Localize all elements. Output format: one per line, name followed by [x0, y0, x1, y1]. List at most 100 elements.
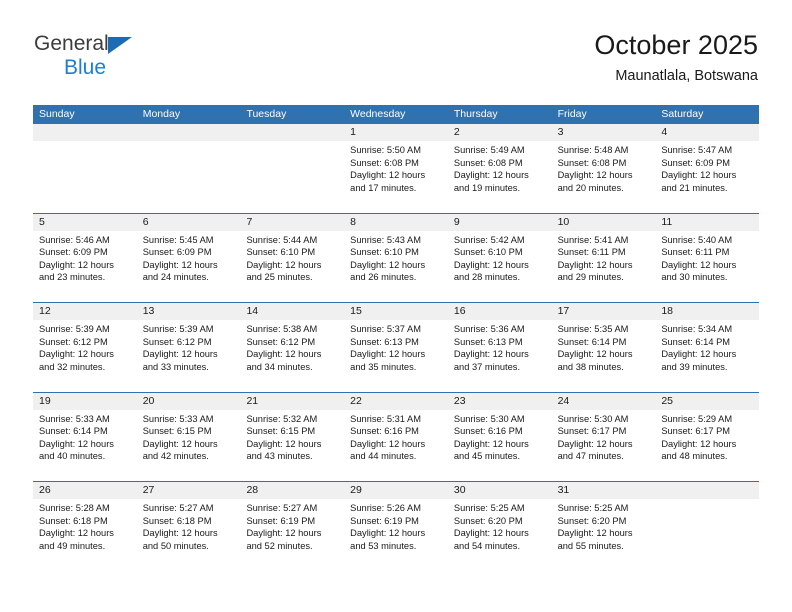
day-daylight-text: Daylight: 12 hours [661, 259, 737, 270]
day-sunset-text: Sunset: 6:14 PM [661, 336, 731, 347]
calendar-day-cell[interactable]: 12 Sunrise: 5:39 AM Sunset: 6:12 PM Dayligh… [33, 303, 137, 392]
calendar-day-cell[interactable]: 18 Sunrise: 5:34 AM Sunset: 6:14 PM Dayligh… [655, 303, 760, 392]
day-sunset-text: Sunset: 6:10 PM [453, 247, 523, 258]
calendar-day-cell[interactable]: 31 Sunrise: 5:25 AM Sunset: 6:20 PM Dayligh… [551, 482, 656, 571]
day-daylight-text: Daylight: 12 hours [661, 170, 737, 181]
day-details: Sunrise: 5:25 AM Sunset: 6:20 PM Daylight:… [448, 499, 552, 552]
day-daylight-text: and 33 minutes. [142, 361, 209, 372]
calendar-day-cell[interactable]: 28 Sunrise: 5:27 AM Sunset: 6:19 PM Dayligh… [240, 482, 345, 571]
calendar-day-cell[interactable]: 16 Sunrise: 5:36 AM Sunset: 6:13 PM Dayligh… [447, 303, 552, 392]
calendar-day-cell[interactable]: 15 Sunrise: 5:37 AM Sunset: 6:13 PM Dayligh… [344, 303, 448, 392]
calendar-day-cell[interactable]: 17 Sunrise: 5:35 AM Sunset: 6:14 PM Dayligh… [551, 303, 656, 392]
day-sunset-text: Sunset: 6:12 PM [39, 336, 108, 347]
day-daylight-text: Daylight: 12 hours [453, 528, 529, 539]
day-daylight-text: Daylight: 12 hours [39, 259, 114, 270]
day-daylight-text: and 35 minutes. [350, 361, 417, 372]
calendar-day-cell[interactable]: 9 Sunrise: 5:42 AM Sunset: 6:10 PM Daylight… [447, 213, 552, 303]
day-daylight-text: Daylight: 12 hours [453, 438, 529, 449]
weekday-header-thursday: Thursday [453, 108, 498, 120]
day-sunset-text: Sunset: 6:20 PM [557, 515, 627, 526]
day-sunrise-text: Sunrise: 5:31 AM [350, 413, 421, 424]
calendar-day-cell[interactable]: 30 Sunrise: 5:25 AM Sunset: 6:20 PM Dayligh… [447, 482, 552, 571]
day-details: Sunrise: 5:30 AM Sunset: 6:17 PM Daylight:… [552, 410, 656, 463]
calendar-day-cell[interactable]: 1 Sunrise: 5:50 AM Sunset: 6:08 PM Daylight… [344, 124, 448, 213]
calendar-day-cell[interactable]: 3 Sunrise: 5:48 AM Sunset: 6:08 PM Daylight… [551, 124, 656, 213]
calendar-day-cell[interactable]: 26 Sunrise: 5:28 AM Sunset: 6:18 PM Dayligh… [33, 482, 137, 571]
day-sunrise-text: Sunrise: 5:25 AM [453, 503, 525, 513]
day-sunset-text: Sunset: 6:09 PM [39, 247, 108, 258]
day-sunset-text: Sunset: 6:08 PM [453, 157, 523, 168]
day-sunrise-text: Sunrise: 5:33 AM [39, 413, 110, 424]
day-daylight-text: and 19 minutes. [453, 182, 521, 193]
calendar-day-cell[interactable]: 24 Sunrise: 5:30 AM Sunset: 6:17 PM Dayligh… [551, 392, 656, 482]
day-number: 29 [344, 482, 448, 499]
weekday-header-sunday: Sunday [39, 108, 75, 120]
day-daylight-text: Daylight: 12 hours [453, 349, 529, 360]
day-daylight-text: Daylight: 12 hours [350, 349, 426, 360]
calendar-week-row: 19 Sunrise: 5:33 AM Sunset: 6:14 PM Dayligh… [33, 391, 760, 482]
calendar-day-cell[interactable]: 29 Sunrise: 5:26 AM Sunset: 6:19 PM Dayligh… [344, 482, 448, 571]
day-number: 28 [240, 482, 345, 499]
day-number: 4 [655, 124, 760, 141]
calendar-day-cell[interactable]: 27 Sunrise: 5:27 AM Sunset: 6:18 PM Dayligh… [136, 482, 241, 571]
day-details: Sunrise: 5:31 AM Sunset: 6:16 PM Daylight:… [344, 410, 448, 463]
calendar-day-cell[interactable]: 21 Sunrise: 5:32 AM Sunset: 6:15 PM Dayligh… [240, 392, 345, 482]
day-daylight-text: Daylight: 12 hours [453, 170, 529, 181]
day-daylight-text: and 24 minutes. [142, 272, 209, 283]
calendar-grid: Sunday Monday Tuesday Wednesday Thursday Frid… [33, 105, 760, 571]
calendar-day-cell[interactable]: 8 Sunrise: 5:43 AM Sunset: 6:10 PM Daylight… [344, 213, 448, 303]
day-daylight-text: Daylight: 12 hours [350, 528, 426, 539]
day-sunrise-text: Sunrise: 5:48 AM [557, 145, 629, 155]
day-details: Sunrise: 5:49 AM Sunset: 6:08 PM Daylight:… [448, 141, 552, 194]
calendar-day-cell[interactable]: 22 Sunrise: 5:31 AM Sunset: 6:16 PM Dayligh… [344, 392, 448, 482]
day-daylight-text: Daylight: 12 hours [142, 438, 218, 449]
day-daylight-text: and 20 minutes. [557, 182, 624, 193]
day-daylight-text: and 53 minutes. [350, 540, 417, 551]
calendar-day-cell[interactable]: 4 Sunrise: 5:47 AM Sunset: 6:09 PM Daylight… [655, 124, 760, 213]
day-sunrise-text: Sunrise: 5:34 AM [661, 324, 733, 334]
day-sunrise-text: Sunrise: 5:35 AM [557, 324, 629, 334]
day-daylight-text: and 30 minutes. [661, 272, 728, 283]
day-sunset-text: Sunset: 6:08 PM [350, 157, 419, 168]
day-sunset-text: Sunset: 6:15 PM [246, 426, 316, 437]
day-number: 22 [344, 392, 448, 410]
day-daylight-text: and 44 minutes. [350, 451, 417, 462]
day-details: Sunrise: 5:27 AM Sunset: 6:18 PM Daylight:… [137, 499, 241, 552]
calendar-day-cell[interactable]: 19 Sunrise: 5:33 AM Sunset: 6:14 PM Dayligh… [33, 392, 137, 482]
day-sunrise-text: Sunrise: 5:25 AM [557, 503, 629, 513]
day-sunrise-text: Sunrise: 5:39 AM [39, 324, 110, 334]
day-details: Sunrise: 5:28 AM Sunset: 6:18 PM Daylight:… [33, 499, 137, 552]
calendar-day-cell[interactable]: 6 Sunrise: 5:45 AM Sunset: 6:09 PM Daylight… [136, 213, 241, 303]
calendar-day-cell[interactable]: 25 Sunrise: 5:29 AM Sunset: 6:17 PM Dayligh… [655, 392, 760, 482]
day-details: Sunrise: 5:34 AM Sunset: 6:14 PM Daylight:… [655, 320, 759, 373]
day-sunset-text: Sunset: 6:09 PM [142, 247, 212, 258]
day-details: Sunrise: 5:47 AM Sunset: 6:09 PM Daylight:… [655, 141, 759, 194]
calendar-day-cell[interactable]: 10 Sunrise: 5:41 AM Sunset: 6:11 PM Dayligh… [551, 213, 656, 303]
day-sunset-text: Sunset: 6:18 PM [142, 515, 212, 526]
calendar-day-cell[interactable]: 14 Sunrise: 5:38 AM Sunset: 6:12 PM Dayligh… [240, 303, 345, 392]
day-number: 31 [551, 482, 656, 499]
calendar-day-cell[interactable]: 5 Sunrise: 5:46 AM Sunset: 6:09 PM Daylight… [33, 213, 137, 303]
day-sunset-text: Sunset: 6:19 PM [350, 515, 419, 526]
logo-line-general: General [34, 32, 234, 55]
calendar-day-cell[interactable]: 20 Sunrise: 5:33 AM Sunset: 6:15 PM Dayligh… [136, 392, 241, 482]
day-sunrise-text: Sunrise: 5:37 AM [350, 324, 421, 334]
day-daylight-text: and 48 minutes. [661, 451, 728, 462]
calendar-day-cell[interactable]: 23 Sunrise: 5:30 AM Sunset: 6:16 PM Dayligh… [447, 392, 552, 482]
calendar-day-cell[interactable]: 11 Sunrise: 5:40 AM Sunset: 6:11 PM Dayligh… [655, 213, 760, 303]
day-daylight-text: Daylight: 12 hours [142, 259, 218, 270]
day-number: 7 [240, 213, 345, 231]
logo-text-general: General [34, 32, 109, 55]
day-daylight-text: and 47 minutes. [557, 451, 624, 462]
calendar-day-cell[interactable]: 13 Sunrise: 5:39 AM Sunset: 6:12 PM Dayligh… [136, 303, 241, 392]
day-sunrise-text: Sunrise: 5:41 AM [557, 234, 629, 245]
day-number: 24 [551, 392, 656, 410]
day-sunset-text: Sunset: 6:08 PM [557, 157, 627, 168]
calendar-page: General Blue October 2025 Maunatlala, Bo… [0, 0, 792, 612]
day-sunset-text: Sunset: 6:17 PM [557, 426, 627, 437]
title-block: October 2025 Maunatlala, Botswana [594, 28, 758, 86]
calendar-day-cell[interactable]: 2 Sunrise: 5:49 AM Sunset: 6:08 PM Daylight… [447, 124, 552, 213]
calendar-day-cell[interactable]: 7 Sunrise: 5:44 AM Sunset: 6:10 PM Daylight… [240, 213, 345, 303]
day-daylight-text: Daylight: 12 hours [39, 528, 114, 539]
page-subtitle: Maunatlala, Botswana [615, 68, 758, 84]
